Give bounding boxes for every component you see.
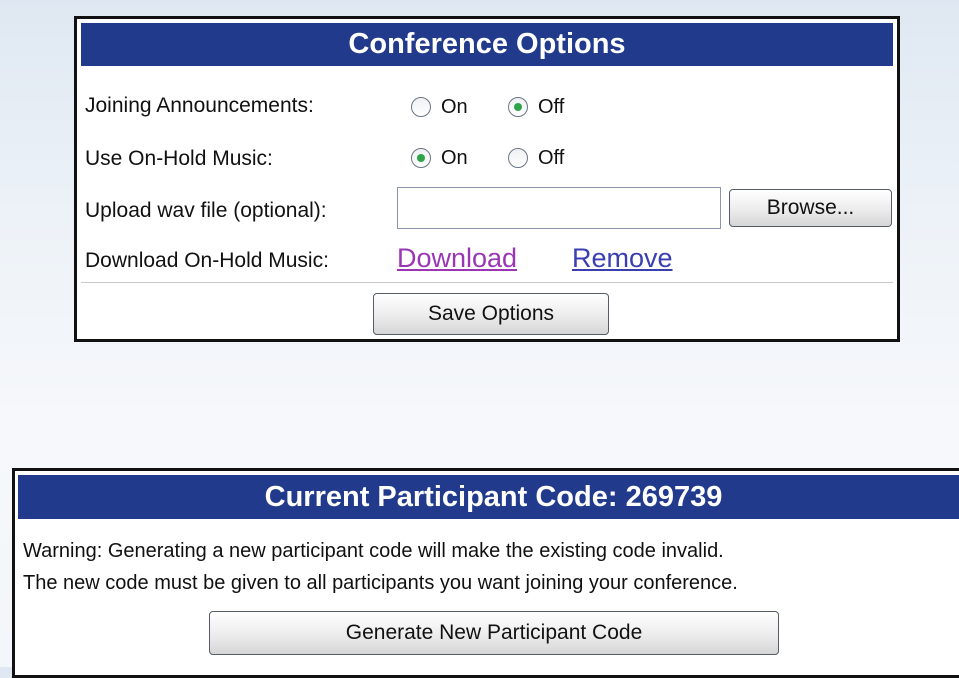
joining-announcements-on-label: On — [441, 96, 468, 118]
download-on-hold-music-label: Download On-Hold Music: — [85, 249, 329, 272]
upload-wav-label: Upload wav file (optional): — [85, 199, 327, 222]
participant-code-title: Current Participant Code: 269739 — [18, 475, 959, 519]
divider — [81, 282, 893, 283]
save-options-button[interactable]: Save Options — [373, 293, 609, 335]
download-link[interactable]: Download — [397, 243, 517, 274]
on-hold-music-on-label: On — [441, 147, 468, 169]
participant-code-panel: Current Participant Code: 269739 Warning… — [12, 468, 959, 678]
on-hold-music-on-radio[interactable] — [411, 148, 431, 168]
browse-button[interactable]: Browse... — [729, 189, 892, 227]
joining-announcements-off-label: Off — [538, 96, 565, 118]
remove-link[interactable]: Remove — [572, 243, 673, 274]
on-hold-music-label: Use On-Hold Music: — [85, 147, 273, 170]
warning-line-2: The new code must be given to all partic… — [23, 572, 738, 594]
generate-new-participant-code-button[interactable]: Generate New Participant Code — [209, 611, 779, 655]
conference-options-title: Conference Options — [81, 23, 893, 66]
warning-line-1: Warning: Generating a new participant co… — [23, 540, 724, 562]
on-hold-music-off-radio[interactable] — [508, 148, 528, 168]
upload-file-field[interactable] — [397, 187, 721, 229]
joining-announcements-label: Joining Announcements: — [85, 94, 314, 117]
joining-announcements-on-radio[interactable] — [411, 97, 431, 117]
conference-options-panel: Conference Options Joining Announcements… — [74, 16, 900, 342]
on-hold-music-off-label: Off — [538, 147, 565, 169]
joining-announcements-off-radio[interactable] — [508, 97, 528, 117]
